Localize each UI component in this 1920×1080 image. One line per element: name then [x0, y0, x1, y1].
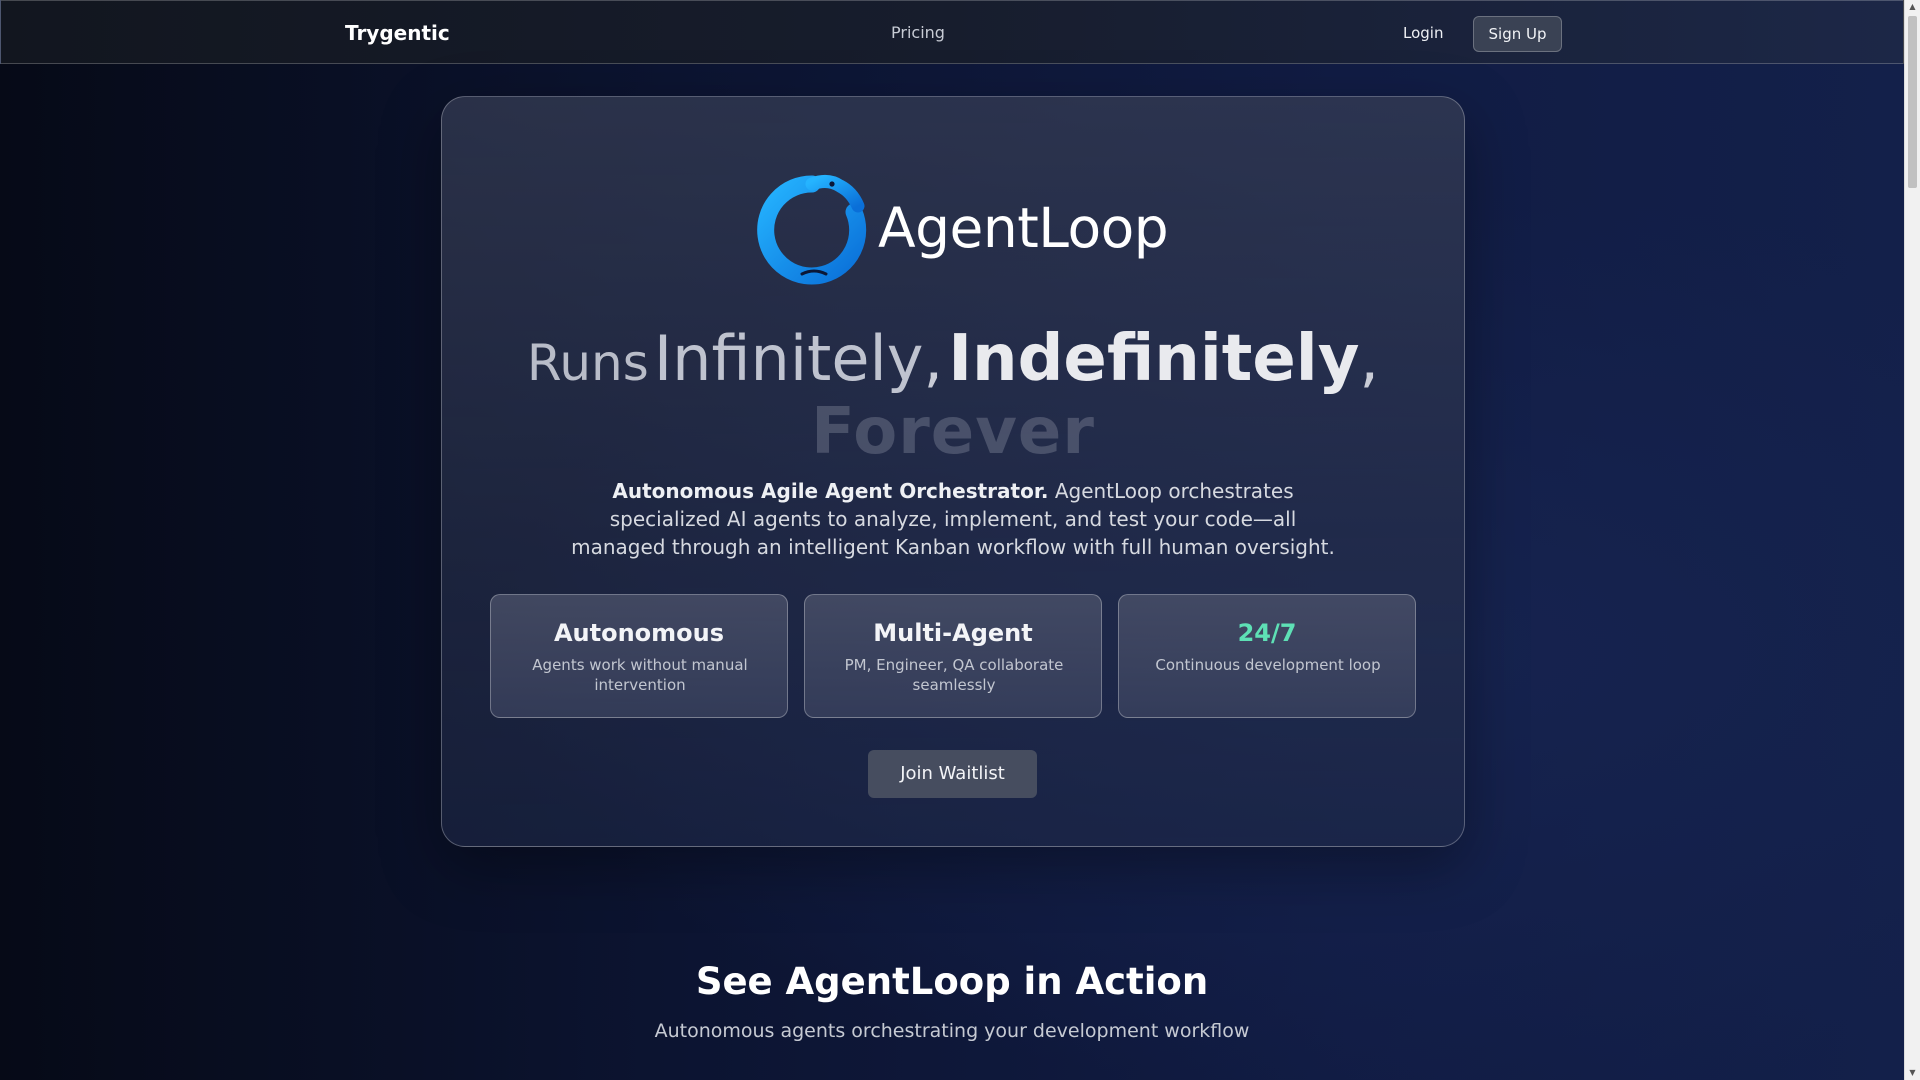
feature-card-24-7: 24/7 Continuous development loop: [1118, 594, 1416, 718]
headline-comma: ,: [923, 322, 944, 395]
hero-description: Autonomous Agile Agent Orchestrator. Age…: [560, 477, 1346, 561]
login-button[interactable]: Login: [1403, 1, 1443, 65]
feature-title: Multi-Agent: [873, 619, 1033, 647]
join-waitlist-button[interactable]: Join Waitlist: [868, 750, 1037, 798]
headline-word-indefinitely: Indefinitely: [948, 322, 1360, 396]
section-title: See AgentLoop in Action: [695, 960, 1209, 1003]
feature-title: 24/7: [1237, 619, 1297, 647]
feature-description: Continuous development loop: [1155, 656, 1381, 674]
feature-card-multi-agent: Multi-Agent PM, Engineer, QA collaborate…: [804, 594, 1102, 718]
agentloop-wordmark: AgentLoop: [878, 196, 1169, 260]
headline-word-forever: Forever: [811, 395, 1095, 469]
scroll-down-arrow-icon[interactable]: ▼: [1905, 1066, 1920, 1080]
feature-description: Agents work without manual intervention: [532, 656, 748, 694]
scroll-up-arrow-icon[interactable]: ▲: [1905, 0, 1920, 14]
page-scrollbar[interactable]: ▲ ▼: [1904, 0, 1920, 1080]
description-lead: Autonomous Agile Agent Orchestrator.: [612, 479, 1049, 503]
sign-up-button[interactable]: Sign Up: [1473, 16, 1562, 52]
feature-description: PM, Engineer, QA collaborate seamlessly: [844, 656, 1064, 694]
nav-link-pricing[interactable]: Pricing: [891, 1, 945, 65]
scrollbar-thumb[interactable]: [1908, 16, 1917, 188]
section-subtitle: Autonomous agents orchestrating your dev…: [654, 1020, 1250, 1042]
feature-card-autonomous: Autonomous Agents work without manual in…: [490, 594, 788, 718]
headline-comma: ,: [1359, 322, 1380, 395]
top-navbar: Trygentic Pricing Login Sign Up: [0, 0, 1904, 64]
headline-word-infinitely: Infinitely: [653, 322, 924, 395]
ouroboros-loop-icon: [757, 174, 867, 285]
headline-word-runs: Runs: [526, 334, 649, 392]
agentloop-logo: AgentLoop: [754, 170, 1169, 294]
feature-title: Autonomous: [553, 619, 725, 647]
brand-logo-link[interactable]: Trygentic: [345, 1, 450, 65]
